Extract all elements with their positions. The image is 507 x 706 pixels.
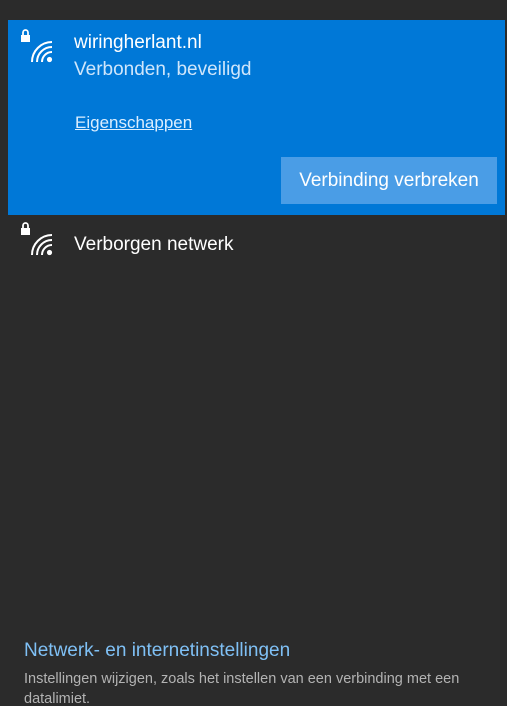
network-flyout: wiringherlant.nl Verbonden, beveiligd Ei…	[0, 0, 507, 706]
network-settings-description: Instellingen wijzigen, zoals het instell…	[24, 671, 460, 706]
network-name: wiringherlant.nl	[74, 32, 202, 53]
network-item-connected[interactable]: wiringherlant.nl Verbonden, beveiligd Ei…	[8, 20, 505, 215]
secured-wifi-icon	[18, 221, 58, 259]
network-item-hidden[interactable]: Verborgen netwerk	[8, 215, 505, 267]
properties-link[interactable]: Eigenschappen	[75, 113, 192, 133]
top-strip	[0, 0, 507, 20]
network-name: Verborgen netwerk	[74, 234, 234, 255]
secured-wifi-icon	[18, 28, 58, 66]
network-status: Verbonden, beveiligd	[74, 59, 252, 80]
disconnect-button[interactable]: Verbinding verbreken	[281, 157, 497, 204]
network-settings-link[interactable]: Netwerk- en internetinstellingen	[24, 640, 290, 662]
